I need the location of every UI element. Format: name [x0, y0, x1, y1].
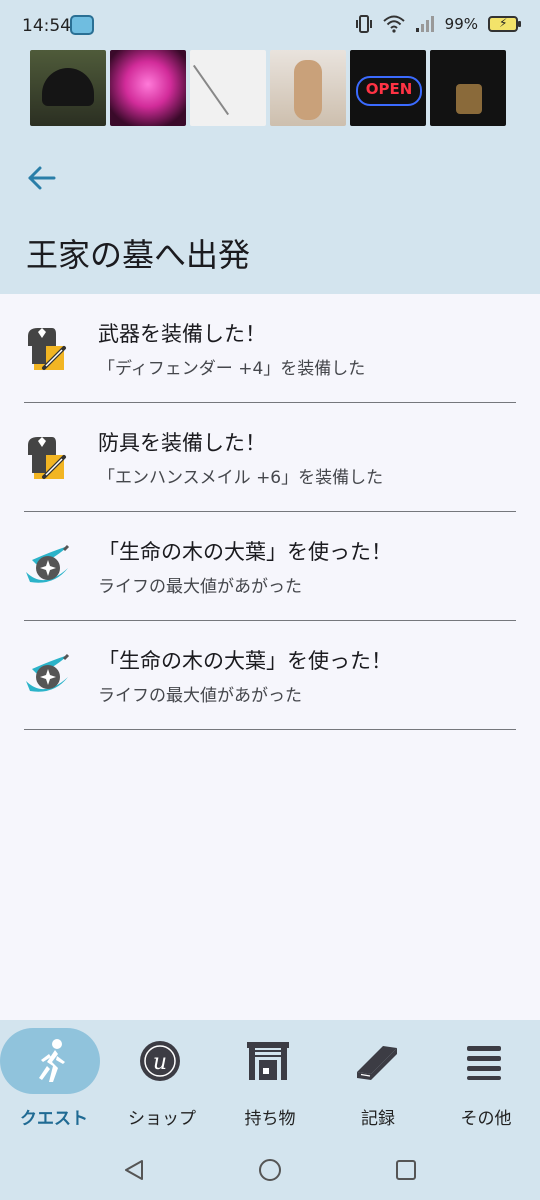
storehouse-icon [247, 1042, 289, 1080]
ad-thumbnail-tshirt[interactable] [430, 50, 506, 126]
item-use-icon [26, 544, 70, 583]
ad-thumbnail-diagram[interactable] [190, 50, 266, 126]
status-time: 14:54 [22, 16, 71, 36]
nav-item-shop[interactable]: u ショップ [108, 1028, 216, 1132]
log-item-title: 防具を装備した！ [98, 431, 266, 455]
status-indicators: 99% ⚡ [355, 14, 521, 34]
signal-icon [415, 16, 434, 32]
item-use-icon [26, 653, 70, 692]
system-navigation-bar [0, 1138, 540, 1200]
nav-label-more: その他 [460, 1109, 512, 1129]
nav-item-inventory[interactable]: 持ち物 [216, 1028, 324, 1132]
nav-label-quest: クエスト [20, 1109, 88, 1129]
system-back-icon[interactable] [122, 1158, 146, 1182]
log-item-subtitle: ライフの最大値があがった [98, 686, 302, 706]
arrow-left-icon[interactable] [24, 160, 60, 196]
ad-thumbnail-cap[interactable] [30, 50, 106, 126]
nav-item-more[interactable]: その他 [432, 1028, 540, 1132]
wifi-icon [382, 15, 405, 33]
running-person-icon [39, 1039, 65, 1082]
log-item-title: 「生命の木の大葉」を使った！ [98, 540, 392, 564]
log-item-subtitle: 「エンハンスメイル +6」を装備した [98, 468, 384, 488]
status-bar: 14:54 99% ⚡ [0, 0, 540, 50]
ad-thumbnail-neon-sign[interactable] [110, 50, 186, 126]
battery-percent: 99% [444, 15, 478, 33]
log-item-use-item: 「生命の木の大葉」を使った！ ライフの最大値があがった [24, 512, 516, 621]
log-item-armor: 防具を装備した！ 「エンハンスメイル +6」を装備した [24, 403, 516, 512]
nav-item-records[interactable]: 記録 [324, 1028, 432, 1132]
app-header: 王家の墓へ出発 [0, 130, 540, 294]
armor-equip-icon [28, 437, 66, 479]
svg-text:u: u [153, 1050, 167, 1075]
log-item-subtitle: 「ディフェンダー +4」を装備した [98, 359, 366, 379]
nav-label-shop: ショップ [128, 1109, 196, 1129]
log-item-subtitle: ライフの最大値があがった [98, 577, 302, 597]
log-item-title: 「生命の木の大葉」を使った！ [98, 649, 392, 673]
vibrate-icon [355, 15, 372, 33]
ad-thumbnail-open-sign[interactable] [350, 50, 426, 126]
battery-charging-icon: ⚡ [488, 16, 521, 32]
book-icon [357, 1046, 397, 1080]
log-item-weapon: 武器を装備した！ 「ディフェンダー +4」を装備した [24, 294, 516, 403]
coin-icon: u [140, 1041, 180, 1081]
system-recents-icon[interactable] [394, 1158, 418, 1182]
log-item-title: 武器を装備した！ [98, 322, 266, 346]
menu-icon [467, 1046, 501, 1080]
bottom-navigation: クエスト u ショップ 持ち物 記録 その他 [0, 1020, 540, 1138]
system-home-icon[interactable] [258, 1158, 282, 1182]
nav-item-quest[interactable]: クエスト [0, 1028, 108, 1132]
nav-label-records: 記録 [361, 1109, 395, 1129]
event-log-list: 武器を装備した！ 「ディフェンダー +4」を装備した 防具を装備した！ 「エンハ… [0, 294, 540, 730]
ad-thumbnail-mannequin[interactable] [270, 50, 346, 126]
weapon-equip-icon [28, 328, 66, 370]
app-notification-icon [70, 15, 94, 35]
log-item-use-item: 「生命の木の大葉」を使った！ ライフの最大値があがった [24, 621, 516, 730]
ad-banner[interactable] [0, 50, 540, 130]
page-title: 王家の墓へ出発 [26, 236, 251, 274]
nav-label-inventory: 持ち物 [244, 1109, 296, 1129]
